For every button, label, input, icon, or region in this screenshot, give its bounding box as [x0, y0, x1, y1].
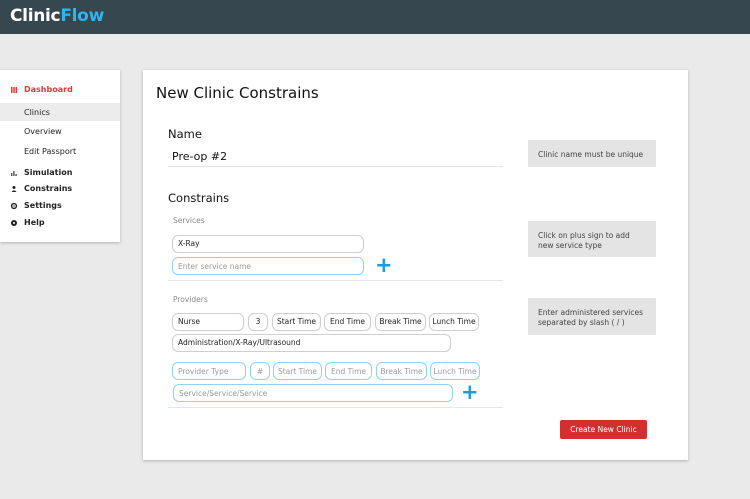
name-section-title: Name [168, 127, 202, 141]
sidebar-label-dashboard: Dashboard [24, 85, 73, 94]
name-divider [168, 166, 503, 167]
gear-icon [10, 202, 18, 210]
new-provider-break-input[interactable] [376, 362, 427, 380]
provider-start-time[interactable]: Start Time [272, 313, 321, 331]
new-provider-start-input[interactable] [273, 362, 322, 380]
sidebar-item-settings[interactable]: Settings [0, 201, 120, 213]
sidebar-label-constrains: Constrains [24, 184, 73, 193]
service-item-xray[interactable]: X-Ray [172, 235, 364, 253]
create-new-clinic-button[interactable]: Create New Clinic [560, 420, 647, 439]
new-provider-lunch-input[interactable] [430, 362, 480, 380]
sidebar-item-simulation[interactable]: Simulation [0, 168, 120, 180]
services-hint: Click on plus sign to add new service ty… [528, 221, 656, 257]
bar-chart-icon [11, 171, 17, 176]
sidebar-label-simulation: Simulation [24, 168, 73, 177]
clinic-name-field[interactable]: Pre-op #2 [172, 150, 227, 163]
provider-count[interactable]: 3 [248, 313, 268, 331]
person-icon [11, 186, 17, 192]
sidebar-item-edit-passport[interactable]: Edit Passport [0, 147, 120, 159]
sidebar-item-clinics[interactable]: Clinics [0, 103, 120, 121]
logo-text-flow: Flow [60, 6, 104, 26]
new-provider-end-input[interactable] [325, 362, 372, 380]
providers-hint: Enter administered services separated by… [528, 298, 656, 335]
add-provider-plus-icon[interactable]: + [461, 382, 479, 403]
new-provider-count-input[interactable] [250, 362, 270, 380]
top-bar: ClinicFlow [0, 0, 750, 34]
providers-label: Providers [173, 295, 208, 304]
constrains-section-title: Constrains [168, 191, 230, 205]
services-label: Services [173, 216, 205, 225]
sidebar-label-overview: Overview [24, 127, 62, 136]
provider-end-time[interactable]: End Time [324, 313, 371, 331]
new-provider-services-input[interactable] [173, 384, 453, 402]
provider-break-time[interactable]: Break Time [375, 313, 426, 331]
provider-lunch-time[interactable]: Lunch Time [429, 313, 479, 331]
provider-type-nurse[interactable]: Nurse [172, 313, 244, 331]
new-provider-type-input[interactable] [172, 362, 246, 380]
page-title: New Clinic Constrains [156, 84, 319, 102]
sidebar-label-settings: Settings [24, 201, 62, 210]
help-icon [11, 220, 17, 226]
new-clinic-panel: New Clinic Constrains Name Pre-op #2 Cli… [143, 70, 688, 460]
sidebar-item-overview[interactable]: Overview [0, 127, 120, 139]
sidebar: Dashboard Clinics Overview Edit Passport… [0, 70, 120, 242]
new-service-input[interactable] [172, 257, 364, 275]
sidebar-label-clinics: Clinics [24, 108, 50, 117]
sidebar-item-dashboard[interactable]: Dashboard [0, 85, 120, 97]
add-service-plus-icon[interactable]: + [375, 255, 393, 276]
providers-divider [168, 407, 503, 408]
services-divider [168, 280, 503, 281]
sidebar-item-help[interactable]: Help [0, 218, 120, 230]
sidebar-label-help: Help [24, 218, 45, 227]
dashboard-grid-icon [11, 87, 18, 93]
app-logo[interactable]: ClinicFlow [10, 6, 104, 26]
provider-services[interactable]: Administration/X-Ray/Ultrasound [172, 334, 451, 352]
sidebar-label-edit-passport: Edit Passport [24, 147, 77, 156]
sidebar-item-constrains[interactable]: Constrains [0, 184, 120, 196]
logo-text-clinic: Clinic [10, 6, 61, 26]
name-hint: Clinic name must be unique [528, 140, 656, 167]
